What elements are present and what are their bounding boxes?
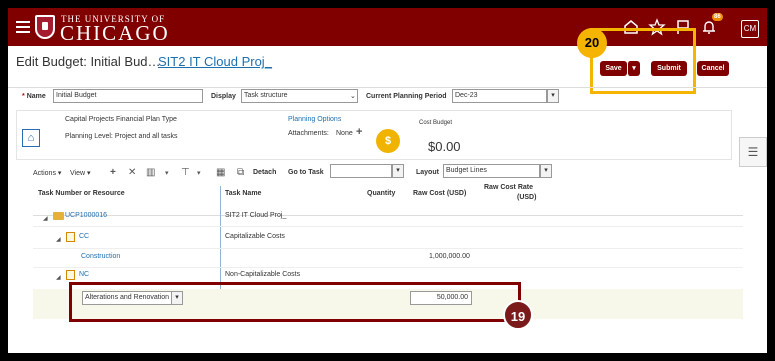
university-shield-logo — [35, 15, 55, 39]
app-window: THE UNIVERSITY OF CHICAGO 86 CM Edit Bud… — [8, 8, 767, 353]
col-task-name[interactable]: Task Name — [225, 190, 261, 197]
task-number-link[interactable]: UCP1000016 — [65, 212, 107, 219]
task-icon — [66, 270, 75, 280]
task-name-cell: Capitalizable Costs — [225, 233, 285, 240]
actions-menu[interactable]: Actions ▾ — [33, 169, 61, 177]
go-to-task-input[interactable] — [330, 164, 392, 178]
header-divider — [8, 87, 767, 88]
layout-dropdown-button[interactable]: ▾ — [540, 164, 552, 178]
coins-icon: $ — [376, 129, 400, 153]
raw-cost-cell: 1,000,000.00 — [429, 253, 470, 260]
submit-button[interactable]: Submit — [651, 61, 687, 76]
task-number-link[interactable]: Construction — [81, 253, 120, 260]
cost-budget-label: Cost Budget — [419, 120, 453, 126]
add-attachment-icon[interactable]: + — [356, 126, 362, 138]
row-divider — [33, 248, 743, 249]
go-to-task-dropdown-button[interactable]: ▾ — [392, 164, 404, 178]
detach-icon[interactable]: ⧉ — [237, 167, 244, 178]
col-raw-cost-rate-unit: (USD) — [517, 194, 537, 201]
cost-budget-value: $0.00 — [428, 139, 461, 154]
view-menu[interactable]: View ▾ — [70, 169, 91, 177]
period-dropdown-button[interactable]: ▾ — [547, 89, 559, 103]
bank-icon: ⌂ — [22, 129, 40, 147]
col-task-number[interactable]: Task Number or Resource — [38, 190, 125, 197]
step-badge-20: 20 — [577, 28, 607, 58]
col-raw-cost-rate[interactable]: Raw Cost Rate — [484, 184, 533, 191]
menu-icon[interactable] — [16, 21, 30, 33]
task-name-cell: Non-Capitalizable Costs — [225, 271, 301, 278]
columns-icon[interactable]: ▥ — [146, 167, 155, 178]
logo-bottom-text: CHICAGO — [60, 21, 170, 45]
name-label: * Name — [22, 93, 46, 100]
display-select[interactable]: Task structure — [241, 89, 358, 103]
period-label: Current Planning Period — [366, 93, 447, 100]
col-raw-cost[interactable]: Raw Cost (USD) — [413, 190, 466, 197]
detach-button[interactable]: Detach — [253, 169, 276, 176]
collapse-icon[interactable]: ◢ — [43, 215, 48, 222]
add-icon[interactable]: + — [110, 167, 116, 178]
attachments-label: Attachments: — [288, 130, 329, 137]
save-button[interactable]: Save — [600, 61, 627, 76]
row-divider — [33, 226, 743, 227]
side-panel-icon[interactable]: ☰ — [739, 137, 767, 167]
col-quantity[interactable]: Quantity — [367, 190, 395, 197]
save-dropdown-button[interactable]: ▾ — [627, 61, 640, 76]
display-label: Display — [211, 93, 236, 100]
task-number-link[interactable]: CC — [79, 233, 89, 240]
go-to-task-label: Go to Task — [288, 169, 324, 176]
task-name-cell: SIT2 IT Cloud Proj_ — [225, 212, 287, 219]
delete-icon[interactable]: ✕ — [128, 167, 136, 178]
step-badge-19: 19 — [503, 300, 533, 330]
cancel-button[interactable]: Cancel — [697, 61, 729, 76]
collapse-icon[interactable]: ◢ — [56, 274, 61, 281]
row-highlight-callout — [69, 282, 521, 322]
page-title: Edit Budget: Initial Bud… — [16, 54, 161, 69]
task-icon — [66, 232, 75, 242]
period-field[interactable]: Dec-23 — [452, 89, 547, 103]
task-number-link[interactable]: NC — [79, 271, 89, 278]
name-field[interactable]: Initial Budget — [53, 89, 203, 103]
plan-type-text: Capital Projects Financial Plan Type — [65, 116, 177, 123]
columns-dropdown-icon[interactable]: ▾ — [165, 169, 169, 177]
notification-badge: 86 — [712, 13, 723, 21]
layout-label: Layout — [416, 169, 439, 176]
layout-select[interactable]: Budget Lines — [443, 164, 540, 178]
collapse-icon[interactable]: ◢ — [56, 236, 61, 243]
user-avatar[interactable]: CM — [741, 20, 759, 38]
filter-icon[interactable]: ⊤ — [181, 167, 190, 178]
freeze-icon[interactable]: ▦ — [216, 167, 225, 178]
planning-options-link[interactable]: Planning Options — [288, 116, 341, 123]
folder-icon — [53, 212, 64, 220]
project-link[interactable]: SIT2 IT Cloud Proj_ — [158, 54, 272, 69]
row-divider — [33, 267, 743, 268]
filter-dropdown-icon[interactable]: ▾ — [197, 169, 201, 177]
attachments-value: None — [336, 130, 353, 137]
planning-level-text: Planning Level: Project and all tasks — [65, 133, 178, 140]
chevron-down-icon: ⌄ — [350, 93, 356, 100]
